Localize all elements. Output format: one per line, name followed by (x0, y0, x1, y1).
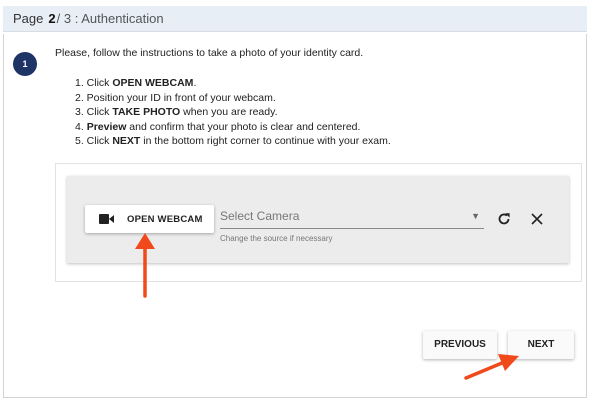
step-number-badge: 1 (13, 52, 37, 76)
instruction-list: 1. Click OPEN WEBCAM. 2. Position your I… (75, 76, 391, 149)
current-page-number: 2 (48, 11, 56, 26)
step-intro-text: Please, follow the instructions to take … (55, 47, 364, 59)
page-separator: / (56, 11, 61, 26)
page-label: Page (13, 11, 44, 26)
annotation-arrow-diagonal (464, 354, 519, 380)
instruction-item: 5. Click NEXT in the bottom right corner… (75, 135, 391, 147)
instruction-item: 1. Click OPEN WEBCAM. (75, 77, 197, 89)
refresh-icon (498, 213, 510, 225)
camera-select[interactable]: Select Camera ▼ (220, 205, 484, 229)
camera-select-placeholder: Select Camera (220, 209, 300, 223)
instruction-item: 4. Preview and confirm that your photo i… (75, 120, 361, 133)
close-icon (531, 213, 543, 225)
close-button[interactable] (526, 208, 548, 230)
open-webcam-button[interactable]: OPEN WEBCAM (85, 205, 214, 233)
instruction-item: 2. Position your ID in front of your web… (75, 91, 276, 104)
videocam-icon (85, 214, 127, 224)
refresh-button[interactable] (493, 208, 515, 230)
page-header: Page 2/ 3 : Authentication (3, 6, 587, 32)
total-pages: 3 (63, 11, 72, 26)
open-webcam-label: OPEN WEBCAM (127, 213, 203, 225)
camera-select-helper: Change the source if necessary (220, 234, 333, 243)
section-title: : Authentication (74, 11, 164, 26)
instruction-item: 3. Click TAKE PHOTO when you are ready. (75, 106, 278, 118)
annotation-arrow-up (135, 233, 155, 298)
chevron-down-icon: ▼ (471, 211, 480, 221)
